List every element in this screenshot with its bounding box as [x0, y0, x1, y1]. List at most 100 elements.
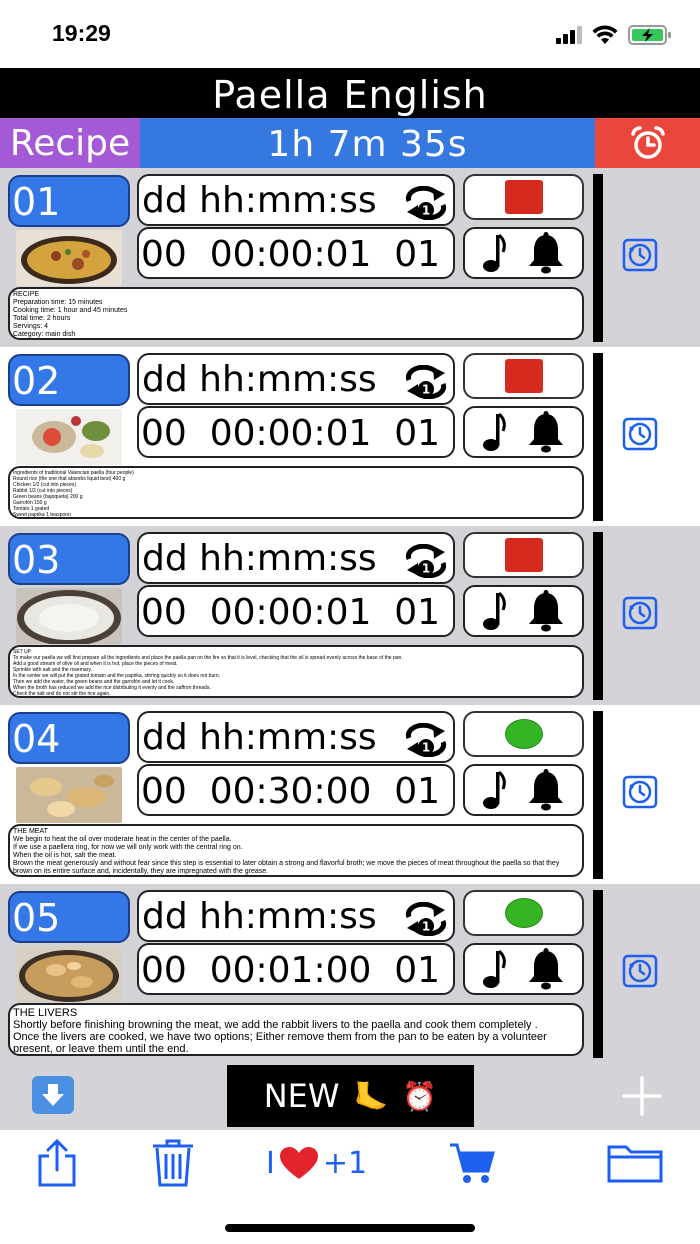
- foot-emoji: 🦶: [353, 1079, 389, 1113]
- step-note[interactable]: SET UP To make our paella we will first …: [8, 645, 584, 698]
- step-note[interactable]: Ingredients of traditional Valencian pae…: [8, 466, 584, 519]
- stop-square-icon: [504, 359, 543, 393]
- shop-button[interactable]: [448, 1138, 496, 1188]
- add-icon[interactable]: [620, 1074, 664, 1118]
- sound-settings-button[interactable]: [463, 943, 584, 995]
- heart-icon: [279, 1147, 318, 1179]
- step-number[interactable]: 02: [8, 354, 130, 406]
- step-row: 02 dd hh:mm:ss 1 00 00:00:01 01 Ingredients …: [0, 347, 700, 526]
- bell-icon: [528, 948, 563, 990]
- trash-icon: [153, 1139, 193, 1187]
- row-divider: [593, 353, 603, 521]
- share-icon: [38, 1138, 76, 1187]
- svg-text:1: 1: [422, 383, 430, 397]
- row-divider: [593, 890, 603, 1058]
- step-note[interactable]: THE LIVERS Shortly before finishing brow…: [8, 1003, 584, 1056]
- time-format-field[interactable]: dd hh:mm:ss 1: [137, 711, 455, 763]
- bottom-bar: NEW 🦶 ⏰: [0, 1062, 700, 1130]
- step-photo[interactable]: [16, 946, 122, 1002]
- svg-text:1: 1: [422, 562, 430, 576]
- step-note[interactable]: RECIPE Preparation time: 15 minutes Cook…: [8, 287, 584, 340]
- sound-settings-button[interactable]: [463, 227, 584, 279]
- folder-icon: [607, 1145, 663, 1183]
- download-button[interactable]: [32, 1076, 74, 1114]
- battery-charging-icon: [628, 25, 671, 45]
- step-number[interactable]: 03: [8, 533, 130, 585]
- timer-icon[interactable]: [622, 238, 658, 272]
- timer-icon[interactable]: [622, 775, 658, 809]
- step-row: 05 dd hh:mm:ss 1 00 00:01:00 01 THE LIVERS S…: [0, 884, 700, 1063]
- sound-settings-button[interactable]: [463, 764, 584, 816]
- repeat-icon[interactable]: 1: [403, 723, 449, 757]
- step-number[interactable]: 04: [8, 712, 130, 764]
- step-photo[interactable]: [16, 767, 122, 823]
- folder-button[interactable]: [606, 1138, 664, 1188]
- step-row: 04 dd hh:mm:ss 1 00 00:30:00 01 THE MEAT We …: [0, 705, 700, 884]
- step-photo[interactable]: [16, 588, 122, 644]
- row-divider: [593, 532, 603, 700]
- download-arrow-icon: [42, 1084, 64, 1106]
- status-bar: 19:29: [0, 0, 700, 68]
- step-photo[interactable]: [16, 230, 122, 286]
- time-format-label: dd hh:mm:ss: [142, 717, 377, 758]
- row-divider: [593, 174, 603, 342]
- home-indicator: [225, 1224, 475, 1232]
- new-step-button[interactable]: NEW 🦶 ⏰: [227, 1065, 474, 1127]
- alarm-button[interactable]: [595, 118, 700, 168]
- duration-field[interactable]: 00 00:00:01 01: [137, 227, 455, 279]
- step-note-text: THE MEAT We begin to heat the oil over m…: [13, 828, 560, 875]
- duration-value: 00 00:00:01 01: [141, 234, 441, 275]
- wifi-icon: [592, 25, 618, 44]
- bell-icon: [528, 769, 563, 811]
- start-stop-button[interactable]: [463, 353, 584, 399]
- time-format-field[interactable]: dd hh:mm:ss 1: [137, 532, 455, 584]
- bell-icon: [528, 411, 563, 453]
- status-time: 19:29: [52, 20, 111, 46]
- sound-settings-button[interactable]: [463, 585, 584, 637]
- music-note-icon: [483, 233, 507, 272]
- share-button[interactable]: [34, 1138, 80, 1188]
- duration-field[interactable]: 00 00:00:01 01: [137, 585, 455, 637]
- status-icons: [556, 24, 672, 46]
- recipe-tab[interactable]: Recipe: [0, 118, 140, 168]
- start-stop-button[interactable]: [463, 711, 584, 757]
- start-stop-button[interactable]: [463, 890, 584, 936]
- repeat-icon[interactable]: 1: [403, 365, 449, 399]
- duration-field[interactable]: 00 00:30:00 01: [137, 764, 455, 816]
- music-note-icon: [483, 591, 507, 630]
- time-format-label: dd hh:mm:ss: [142, 180, 377, 221]
- cellular-signal-icon: [556, 26, 582, 44]
- duration-field[interactable]: 00 00:01:00 01: [137, 943, 455, 995]
- steps-list: 01 dd hh:mm:ss 1 00 00:00:01 01 RECIPE Prepa…: [0, 168, 700, 1063]
- step-row: 03 dd hh:mm:ss 1 00 00:00:01 01 SET UP To ma…: [0, 526, 700, 705]
- timer-icon[interactable]: [622, 417, 658, 451]
- start-stop-button[interactable]: [463, 532, 584, 578]
- running-indicator-icon: [504, 719, 543, 749]
- bell-icon: [528, 590, 563, 632]
- duration-field[interactable]: 00 00:00:01 01: [137, 406, 455, 458]
- running-indicator-icon: [504, 898, 543, 928]
- repeat-icon[interactable]: 1: [403, 544, 449, 578]
- step-photo[interactable]: [16, 409, 122, 465]
- repeat-icon[interactable]: 1: [403, 186, 449, 220]
- step-number[interactable]: 01: [8, 175, 130, 227]
- music-note-icon: [483, 949, 507, 988]
- sound-settings-button[interactable]: [463, 406, 584, 458]
- timer-icon[interactable]: [622, 596, 658, 630]
- start-stop-button[interactable]: [463, 174, 584, 220]
- step-row: 01 dd hh:mm:ss 1 00 00:00:01 01 RECIPE Prepa…: [0, 168, 700, 347]
- music-note-icon: [483, 412, 507, 451]
- svg-text:1: 1: [422, 920, 430, 934]
- row-divider: [593, 711, 603, 879]
- love-suffix: +1: [322, 1145, 368, 1181]
- step-number[interactable]: 05: [8, 891, 130, 943]
- time-format-field[interactable]: dd hh:mm:ss 1: [137, 890, 455, 942]
- love-plus-one-button[interactable]: I +1: [266, 1138, 367, 1188]
- timer-icon[interactable]: [622, 954, 658, 988]
- time-format-field[interactable]: dd hh:mm:ss 1: [137, 174, 455, 226]
- step-note[interactable]: THE MEAT We begin to heat the oil over m…: [8, 824, 584, 877]
- repeat-icon[interactable]: 1: [403, 902, 449, 936]
- time-format-label: dd hh:mm:ss: [142, 538, 377, 579]
- delete-button[interactable]: [150, 1138, 196, 1188]
- time-format-field[interactable]: dd hh:mm:ss 1: [137, 353, 455, 405]
